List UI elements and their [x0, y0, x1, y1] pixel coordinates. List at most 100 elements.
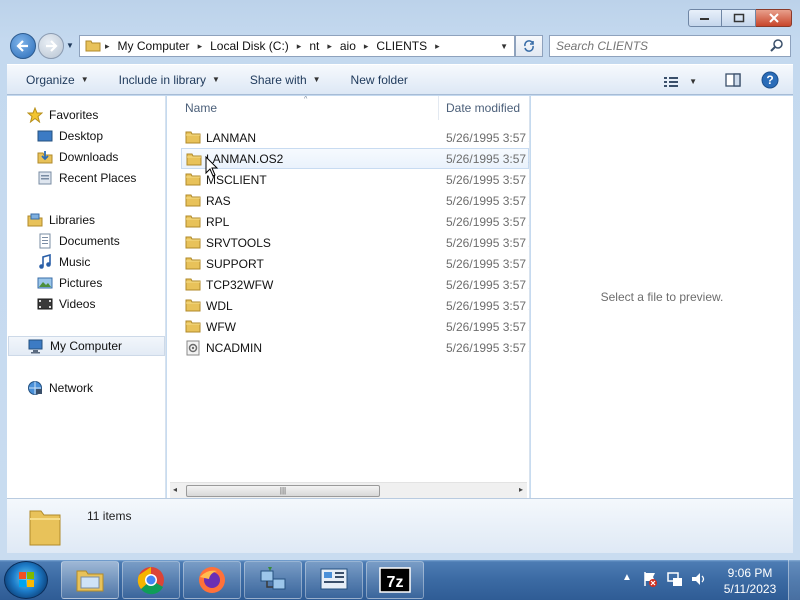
file-row-lanman[interactable]: LANMAN 5/26/1995 3:57 A	[167, 127, 529, 148]
nav-pictures[interactable]: Pictures	[37, 273, 102, 293]
svg-text:7z: 7z	[387, 574, 404, 591]
recent-pages-dropdown[interactable]: ▼	[66, 41, 74, 50]
include-in-library-button[interactable]: Include in library ▼	[109, 73, 230, 87]
column-date-modified[interactable]: Date modified	[446, 101, 520, 115]
file-name: SUPPORT	[206, 256, 264, 271]
breadcrumb-local-disk[interactable]: Local Disk (C:) ▸	[206, 39, 305, 53]
volume-icon[interactable]	[690, 570, 708, 591]
scrollbar-thumb[interactable]: |||	[186, 485, 380, 497]
network-status-icon[interactable]	[666, 570, 684, 591]
refresh-icon	[524, 40, 534, 52]
breadcrumb-clients[interactable]: CLIENTS ▸	[372, 39, 443, 53]
breadcrumb-aio[interactable]: aio ▸	[336, 39, 373, 53]
change-view-button[interactable]: ▼	[663, 75, 697, 89]
file-row-lanman-os2[interactable]: LANMAN.OS2 5/26/1995 3:57 A	[181, 148, 529, 169]
preview-pane-icon	[725, 73, 741, 87]
file-row-rpl[interactable]: RPL 5/26/1995 3:57 A	[167, 211, 530, 232]
file-row-srvtools[interactable]: SRVTOOLS 5/26/1995 3:57 A	[167, 232, 530, 253]
nav-libraries[interactable]: Libraries	[27, 210, 95, 230]
share-with-button[interactable]: Share with ▼	[240, 73, 331, 87]
taskbar-control-panel[interactable]	[305, 561, 363, 599]
taskbar-7zip[interactable]: 7z	[366, 561, 424, 599]
show-desktop-button[interactable]	[788, 560, 800, 600]
breadcrumb-my-computer[interactable]: My Computer ▸	[114, 39, 207, 53]
file-row-tcp32wfw[interactable]: TCP32WFW 5/26/1995 3:57 A	[167, 274, 529, 295]
preview-pane-button[interactable]	[725, 73, 741, 90]
file-row-wdl[interactable]: WDL 5/26/1995 3:57 A	[167, 295, 529, 316]
breadcrumb-root-chevron[interactable]: ▸	[105, 41, 110, 52]
horizontal-scrollbar[interactable]: ◂ ||| ▸	[170, 482, 527, 498]
chrome-icon	[137, 567, 164, 595]
nav-downloads[interactable]: Downloads	[37, 147, 118, 167]
minimize-button[interactable]	[688, 9, 722, 27]
clock-date: 5/11/2023	[723, 582, 777, 596]
videos-icon	[37, 298, 53, 310]
preview-placeholder-text: Select a file to preview.	[600, 290, 724, 304]
help-button[interactable]: ?	[761, 71, 779, 92]
search-input[interactable]	[556, 39, 770, 53]
folder-icon	[185, 214, 201, 231]
folder-icon	[185, 298, 201, 315]
column-divider[interactable]	[529, 96, 530, 120]
column-divider[interactable]	[438, 96, 439, 120]
taskbar-network-setup[interactable]	[244, 561, 302, 599]
back-arrow-icon	[16, 40, 28, 52]
file-name: WDL	[206, 298, 233, 313]
folder-icon	[185, 319, 201, 336]
column-name[interactable]: Name	[185, 101, 217, 115]
address-bar[interactable]: ▸ My Computer ▸ Local Disk (C:) ▸ nt ▸ aio ▸…	[79, 35, 515, 57]
start-button[interactable]	[4, 561, 48, 599]
minimize-icon	[700, 18, 709, 20]
file-row-wfw[interactable]: WFW 5/26/1995 3:57 A	[167, 316, 529, 337]
show-hidden-icons-button[interactable]: ▲	[622, 572, 632, 583]
scroll-right-arrow-icon[interactable]: ▸	[519, 485, 523, 494]
file-date: 5/26/1995 3:57 A	[446, 235, 530, 250]
chevron-down-icon: ▼	[312, 75, 321, 84]
file-date: 5/26/1995 3:57 A	[446, 214, 530, 229]
search-box[interactable]	[549, 35, 791, 57]
taskbar-firefox[interactable]	[183, 561, 241, 599]
nav-recent-places[interactable]: Recent Places	[37, 168, 136, 188]
breadcrumb-nt[interactable]: nt ▸	[305, 39, 336, 53]
nav-network[interactable]: Network	[27, 378, 93, 398]
organize-button[interactable]: Organize ▼	[16, 73, 99, 87]
folder-icon	[185, 277, 201, 294]
file-row-ras[interactable]: RAS 5/26/1995 3:57 A	[167, 190, 529, 211]
close-button[interactable]	[756, 9, 792, 27]
nav-desktop-label: Desktop	[59, 129, 104, 143]
nav-documents[interactable]: Documents	[37, 231, 120, 251]
file-row-msclient[interactable]: MSCLIENT 5/26/1995 3:57 A	[167, 169, 530, 190]
maximize-button[interactable]	[722, 9, 756, 27]
folder-large-icon	[27, 505, 63, 550]
taskbar-file-explorer[interactable]	[61, 561, 119, 599]
new-folder-button[interactable]: New folder	[341, 73, 418, 87]
search-icon[interactable]	[770, 38, 790, 55]
forward-button[interactable]	[38, 33, 64, 59]
folder-icon	[185, 256, 201, 273]
nav-favorites[interactable]: Favorites	[27, 105, 98, 125]
system-clock[interactable]: 9:06 PM 5/11/2023	[716, 565, 784, 597]
libraries-icon	[27, 213, 43, 227]
file-date: 5/26/1995 3:57 A	[446, 172, 530, 187]
scroll-left-arrow-icon[interactable]: ◂	[173, 485, 177, 494]
nav-videos[interactable]: Videos	[37, 294, 95, 314]
address-dropdown[interactable]: ▼	[500, 42, 508, 51]
nav-favorites-label: Favorites	[49, 108, 99, 122]
folder-icon	[185, 172, 201, 189]
nav-desktop[interactable]: Desktop	[37, 126, 103, 146]
taskbar-chrome[interactable]	[122, 561, 180, 599]
nav-my-computer[interactable]: My Computer	[8, 336, 165, 356]
nav-music[interactable]: Music	[37, 252, 90, 272]
file-row-ncadmin[interactable]: NCADMIN 5/26/1995 3:57 A	[167, 337, 529, 358]
back-button[interactable]	[10, 33, 36, 59]
details-view-icon	[664, 76, 679, 87]
forward-arrow-icon	[46, 40, 58, 52]
nav-network-label: Network	[49, 381, 94, 395]
documents-icon	[39, 233, 51, 249]
refresh-button[interactable]	[515, 35, 543, 57]
file-row-support[interactable]: SUPPORT 5/26/1995 3:57 A	[167, 253, 529, 274]
file-name: WFW	[206, 319, 236, 334]
file-explorer-icon	[76, 570, 104, 592]
action-center-icon[interactable]	[642, 570, 658, 591]
network-setup-icon	[260, 567, 286, 590]
